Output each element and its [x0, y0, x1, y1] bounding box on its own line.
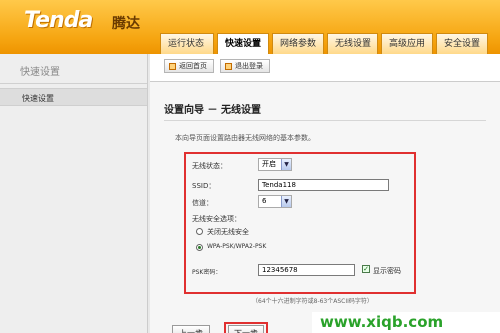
psk-label: PSK密码：: [192, 269, 222, 276]
next-button[interactable]: 下一步: [228, 325, 264, 333]
prev-button[interactable]: 上一步: [172, 325, 210, 333]
wireless-status-value: 开启: [262, 160, 276, 168]
header-bar: Tenda 腾达 运行状态 快速设置 网络参数 无线设置 高级应用 安全设置: [0, 0, 500, 54]
channel-value: 6: [262, 197, 267, 205]
toolbar: 返回首页 退出登录: [164, 59, 276, 73]
ssid-label: SSID：: [192, 182, 216, 190]
psk-input[interactable]: 12345678: [258, 264, 355, 276]
sidebar-item-quick-setup[interactable]: 快速设置: [0, 88, 147, 106]
sidebar-title: 快速设置: [0, 54, 147, 84]
chevron-down-icon: ▼: [281, 159, 291, 170]
logout-icon: [225, 62, 232, 70]
security-option-off-label: 关闭无线安全: [207, 228, 249, 236]
home-button-label: 返回首页: [179, 62, 207, 70]
wireless-form-highlight: 无线状态： 开启 ▼ SSID： Tenda118 信道： 6 ▼ 无线安全选项…: [184, 152, 416, 294]
site-watermark: www.xiqb.com: [312, 312, 500, 333]
home-button[interactable]: 返回首页: [164, 59, 214, 73]
wireless-status-label: 无线状态：: [192, 162, 227, 170]
security-radio-wpa[interactable]: [196, 244, 203, 251]
router-admin-window: Tenda 腾达 运行状态 快速设置 网络参数 无线设置 高级应用 安全设置 快…: [0, 0, 500, 333]
tab-advanced[interactable]: 高级应用: [381, 33, 433, 54]
logout-button-label: 退出登录: [235, 62, 263, 70]
tenda-logo: Tenda: [24, 8, 93, 33]
tab-status[interactable]: 运行状态: [160, 33, 214, 54]
wireless-status-select[interactable]: 开启 ▼: [258, 158, 292, 171]
tab-security[interactable]: 安全设置: [436, 33, 488, 54]
tab-wireless[interactable]: 无线设置: [327, 33, 378, 54]
wizard-content: 设置向导 － 无线设置 本向导页面设置路由器无线网络的基本参数。 无线状态： 开…: [150, 81, 500, 333]
title-divider: [164, 120, 486, 121]
chevron-down-icon: ▼: [281, 196, 291, 207]
page-title: 设置向导 － 无线设置: [164, 105, 261, 116]
tenda-logo-cn: 腾达: [112, 16, 140, 32]
psk-hint: （64个十六进制字符或8-63个ASCII码字符）: [252, 298, 373, 305]
channel-select[interactable]: 6 ▼: [258, 195, 292, 208]
tab-quick-setup[interactable]: 快速设置: [217, 33, 269, 54]
tab-network[interactable]: 网络参数: [272, 33, 324, 54]
ssid-input[interactable]: Tenda118: [258, 179, 389, 191]
security-radio-off[interactable]: [196, 228, 203, 235]
sidebar: 快速设置 快速设置: [0, 54, 148, 333]
main-panel: 返回首页 退出登录 设置向导 － 无线设置 本向导页面设置路由器无线网络的基本参…: [150, 54, 500, 333]
logout-button[interactable]: 退出登录: [220, 59, 270, 73]
home-icon: [169, 62, 176, 70]
show-password-label: 显示密码: [373, 267, 401, 275]
security-label: 无线安全选项：: [192, 215, 241, 223]
main-nav-tabs: 运行状态 快速设置 网络参数 无线设置 高级应用 安全设置: [160, 33, 491, 54]
page-description: 本向导页面设置路由器无线网络的基本参数。: [175, 134, 315, 142]
channel-label: 信道：: [192, 199, 213, 207]
show-password-checkbox[interactable]: ✓: [362, 265, 370, 273]
security-option-wpa-label: WPA-PSK/WPA2-PSK: [207, 243, 267, 250]
